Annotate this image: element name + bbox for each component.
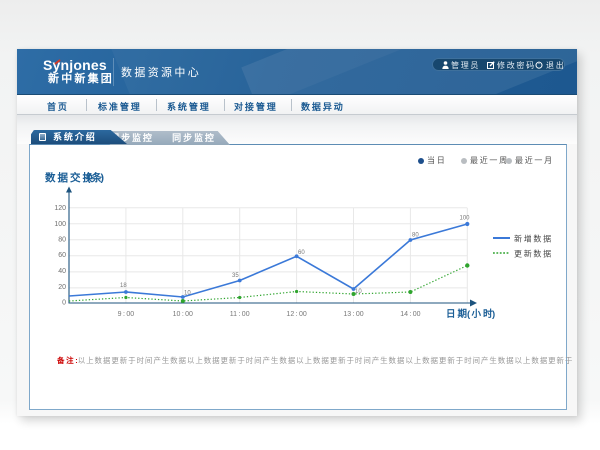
- svg-text:新增数据: 新增数据: [514, 234, 553, 244]
- svg-text:10: 10: [184, 291, 191, 297]
- svg-text:10 : 00: 10 : 00: [173, 311, 193, 318]
- svg-text:): ): [492, 309, 495, 320]
- svg-text:80: 80: [58, 237, 66, 244]
- svg-text:): ): [101, 172, 105, 184]
- svg-text:14 : 00: 14 : 00: [400, 311, 420, 318]
- svg-text:(: (: [467, 309, 471, 320]
- svg-text:60: 60: [298, 250, 305, 256]
- svg-text:9 : 00: 9 : 00: [118, 311, 135, 318]
- svg-text:11 : 00: 11 : 00: [230, 311, 250, 318]
- svg-text:10: 10: [355, 289, 362, 295]
- svg-text:日期: 日期: [446, 308, 469, 320]
- svg-text:100: 100: [460, 216, 471, 222]
- svg-text:(: (: [87, 172, 91, 184]
- svg-text:120: 120: [54, 205, 66, 212]
- svg-text:100: 100: [54, 221, 66, 228]
- svg-text:12 : 00: 12 : 00: [286, 311, 306, 318]
- svg-text:60: 60: [58, 252, 66, 259]
- svg-text:小时: 小时: [471, 308, 495, 320]
- svg-text:80: 80: [412, 233, 419, 239]
- svg-text:13 : 00: 13 : 00: [343, 311, 363, 318]
- svg-text:35: 35: [232, 273, 239, 279]
- svg-text:18: 18: [120, 283, 127, 289]
- svg-text:20: 20: [58, 284, 66, 291]
- svg-text:40: 40: [58, 268, 66, 275]
- svg-text:0: 0: [62, 300, 66, 307]
- svg-text:更新数据: 更新数据: [514, 249, 553, 259]
